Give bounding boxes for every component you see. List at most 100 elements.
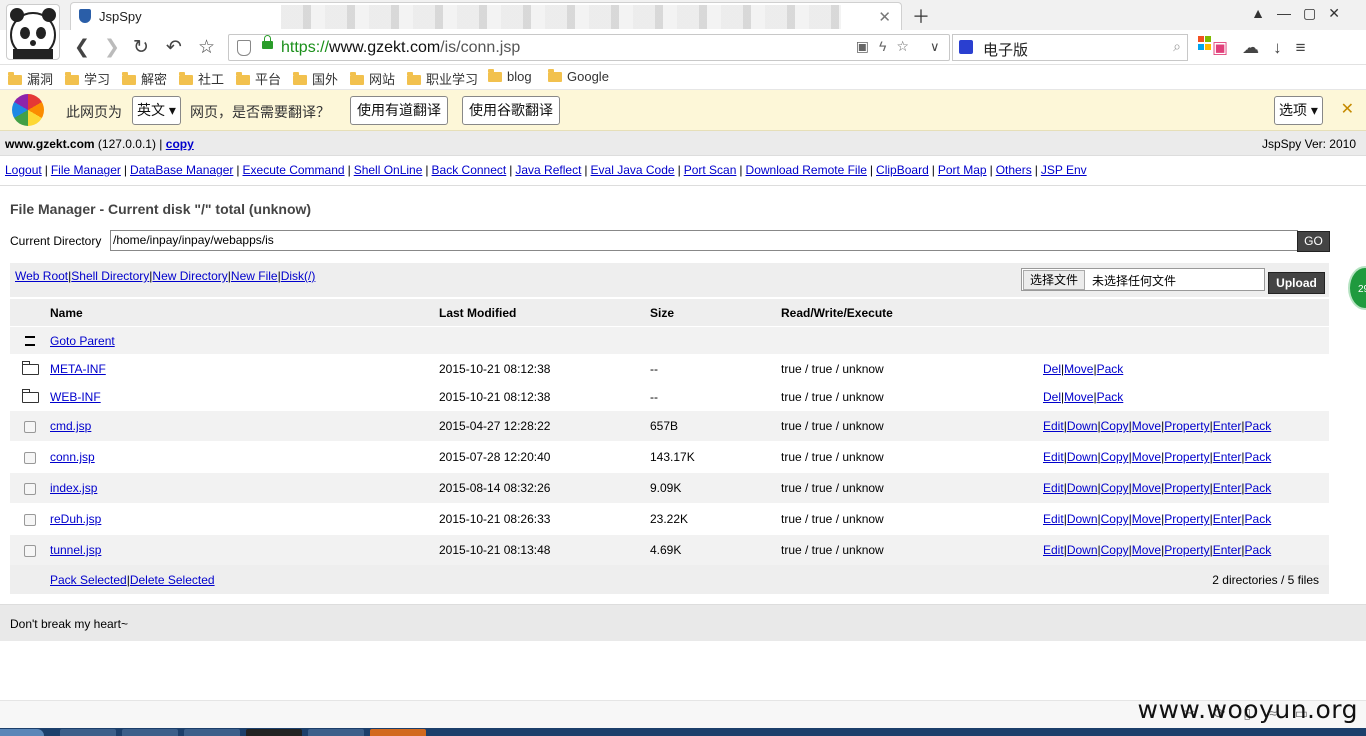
action-edit[interactable]: Edit — [1043, 450, 1064, 464]
action-pack[interactable]: Pack — [1097, 390, 1124, 404]
search-engine-icon[interactable] — [959, 40, 973, 54]
action-edit[interactable]: Edit — [1043, 512, 1064, 526]
action-enter[interactable]: Enter — [1213, 512, 1242, 526]
tool-disk[interactable]: Disk(/) — [281, 269, 316, 283]
start-button[interactable] — [0, 729, 44, 736]
action-move[interactable]: Move — [1132, 543, 1161, 557]
url-action-icons[interactable]: ▣ϟ☆ — [856, 38, 919, 55]
menu-item-execute-command[interactable]: Execute Command — [243, 163, 345, 177]
undo-icon[interactable]: ↶ — [166, 36, 182, 59]
action-enter[interactable]: Enter — [1213, 450, 1242, 464]
bookmark-folder[interactable]: blog — [488, 69, 532, 84]
action-copy[interactable]: Copy — [1101, 419, 1129, 433]
action-pack[interactable]: Pack — [1097, 362, 1124, 376]
menu-item-port-map[interactable]: Port Map — [938, 163, 987, 177]
address-bar[interactable]: https://www.gzekt.com/is/conn.jsp ▣ϟ☆ — [228, 34, 950, 61]
action-pack[interactable]: Pack — [1245, 419, 1272, 433]
action-copy[interactable]: Copy — [1101, 450, 1129, 464]
profile-avatar[interactable] — [6, 4, 60, 60]
search-text[interactable]: 电子版 — [983, 39, 1028, 60]
action-enter[interactable]: Enter — [1213, 481, 1242, 495]
back-icon[interactable]: ❮ — [74, 36, 90, 59]
file-link[interactable]: tunnel.jsp — [50, 543, 101, 557]
menu-item-database-manager[interactable]: DataBase Manager — [130, 163, 233, 177]
action-property[interactable]: Property — [1164, 481, 1209, 495]
taskbar-app[interactable] — [60, 729, 116, 736]
menu-item-others[interactable]: Others — [996, 163, 1032, 177]
search-icon[interactable]: ⌕ — [1173, 38, 1181, 55]
action-pack[interactable]: Pack — [1245, 543, 1272, 557]
action-move[interactable]: Move — [1064, 390, 1093, 404]
action-move[interactable]: Move — [1132, 419, 1161, 433]
toolbar-icons[interactable]: ▣☁↓≡ — [1198, 35, 1319, 58]
bookmark-folder[interactable]: 社工 — [179, 69, 224, 88]
file-link[interactable]: reDuh.jsp — [50, 512, 101, 526]
bookmark-folder[interactable]: 职业学习 — [407, 69, 478, 88]
file-checkbox[interactable] — [24, 513, 36, 526]
bookmark-folder[interactable]: 平台 — [236, 69, 281, 88]
action-property[interactable]: Property — [1164, 419, 1209, 433]
pack-selected-link[interactable]: Pack Selected — [50, 573, 127, 587]
bookmark-folder[interactable]: 漏洞 — [8, 69, 53, 88]
goto-parent-link[interactable]: Goto Parent — [50, 334, 115, 348]
delete-selected-link[interactable]: Delete Selected — [130, 573, 215, 587]
choose-file-button[interactable]: 选择文件 — [1023, 270, 1086, 290]
close-tab-icon[interactable]: ✕ — [878, 8, 891, 26]
action-down[interactable]: Down — [1067, 543, 1098, 557]
taskbar-app[interactable] — [122, 729, 178, 736]
action-property[interactable]: Property — [1164, 543, 1209, 557]
close-translate-icon[interactable]: ✕ — [1341, 99, 1354, 119]
action-copy[interactable]: Copy — [1101, 512, 1129, 526]
file-checkbox[interactable] — [24, 420, 36, 433]
bookmark-folder[interactable]: Google — [548, 69, 609, 84]
language-select[interactable]: 英文 ▾ — [132, 96, 181, 125]
file-link[interactable]: cmd.jsp — [50, 419, 91, 433]
taskbar-app[interactable] — [370, 729, 426, 736]
directory-link[interactable]: META-INF — [50, 362, 106, 376]
menu-item-port-scan[interactable]: Port Scan — [684, 163, 737, 177]
action-move[interactable]: Move — [1132, 481, 1161, 495]
file-link[interactable]: index.jsp — [50, 481, 97, 495]
menu-item-eval-java-code[interactable]: Eval Java Code — [591, 163, 675, 177]
extension-icon[interactable]: ▣ — [1212, 38, 1242, 57]
action-down[interactable]: Down — [1067, 481, 1098, 495]
url-dropdown-icon[interactable]: ∨ — [930, 39, 940, 55]
file-checkbox[interactable] — [24, 544, 36, 557]
taskbar-app[interactable] — [308, 729, 364, 736]
go-button[interactable]: GO — [1297, 231, 1330, 252]
action-property[interactable]: Property — [1164, 512, 1209, 526]
action-del[interactable]: Del — [1043, 362, 1061, 376]
action-enter[interactable]: Enter — [1213, 419, 1242, 433]
bookmark-star-icon[interactable]: ☆ — [198, 36, 215, 59]
action-edit[interactable]: Edit — [1043, 543, 1064, 557]
bookmark-folder[interactable]: 网站 — [350, 69, 395, 88]
bookmark-folder[interactable]: 国外 — [293, 69, 338, 88]
search-box[interactable]: 电子版 ⌕ — [952, 34, 1188, 61]
file-link[interactable]: conn.jsp — [50, 450, 95, 464]
action-pack[interactable]: Pack — [1245, 512, 1272, 526]
reload-icon[interactable]: ↻ — [133, 36, 149, 59]
google-translate-button[interactable]: 使用谷歌翻译 — [462, 96, 560, 125]
apps-icon[interactable] — [1198, 35, 1212, 51]
url-text[interactable]: https://www.gzekt.com/is/conn.jsp — [281, 39, 520, 57]
action-pack[interactable]: Pack — [1245, 450, 1272, 464]
new-tab-icon[interactable]: ＋ — [912, 3, 930, 29]
action-move[interactable]: Move — [1132, 512, 1161, 526]
taskbar-app[interactable] — [246, 729, 302, 736]
action-down[interactable]: Down — [1067, 512, 1098, 526]
action-enter[interactable]: Enter — [1213, 543, 1242, 557]
upload-button[interactable]: Upload — [1268, 272, 1325, 294]
menu-item-shell-online[interactable]: Shell OnLine — [354, 163, 423, 177]
taskbar-app[interactable] — [184, 729, 240, 736]
action-pack[interactable]: Pack — [1245, 481, 1272, 495]
menu-icon[interactable]: ≡ — [1296, 38, 1320, 57]
action-edit[interactable]: Edit — [1043, 481, 1064, 495]
menu-item-download-remote-file[interactable]: Download Remote File — [746, 163, 867, 177]
menu-item-logout[interactable]: Logout — [5, 163, 42, 177]
action-edit[interactable]: Edit — [1043, 419, 1064, 433]
youdao-translate-button[interactable]: 使用有道翻译 — [350, 96, 448, 125]
action-move[interactable]: Move — [1132, 450, 1161, 464]
cloud-icon[interactable]: ☁ — [1242, 38, 1273, 57]
action-copy[interactable]: Copy — [1101, 481, 1129, 495]
tool-web-root[interactable]: Web Root — [15, 269, 68, 283]
